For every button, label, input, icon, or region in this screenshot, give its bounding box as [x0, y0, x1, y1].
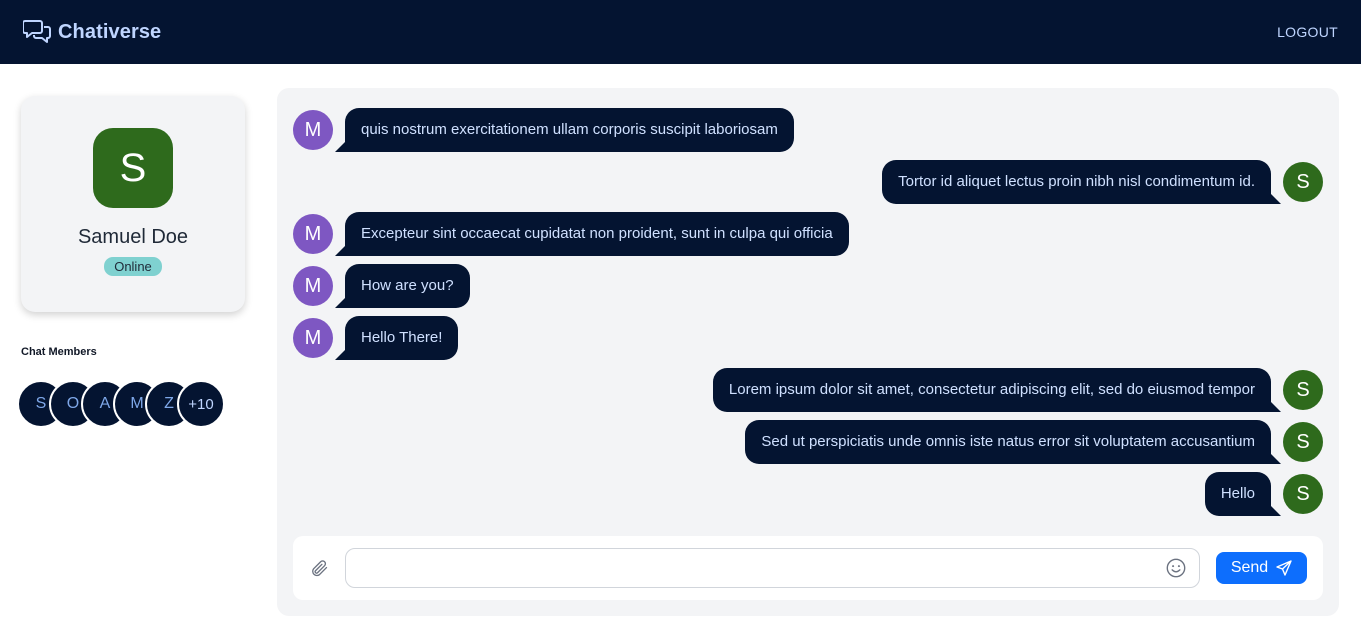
brand[interactable]: Chativerse — [23, 18, 161, 46]
top-navbar: Chativerse LOGOUT — [0, 0, 1361, 64]
message-composer: Send — [293, 536, 1323, 600]
sender-avatar: M — [293, 110, 333, 150]
sender-avatar: S — [1283, 474, 1323, 514]
message-bubble: quis nostrum exercitationem ullam corpor… — [335, 108, 794, 152]
message-row: M Hello There! — [293, 316, 459, 360]
sender-avatar: S — [1283, 422, 1323, 462]
chat-members-title: Chat Members — [21, 346, 97, 358]
message-row: M Excepteur sint occaecat cupidatat non p… — [293, 212, 849, 256]
status-badge: Online — [104, 257, 162, 276]
message-bubble: How are you? — [335, 264, 470, 308]
message-input[interactable] — [345, 548, 1200, 588]
app-name: Chativerse — [58, 20, 162, 43]
sender-avatar: M — [293, 318, 333, 358]
message-row: S Lorem ipsum dolor sit amet, consectetur… — [712, 368, 1323, 412]
more-members-badge[interactable]: +10 — [177, 380, 225, 428]
sender-avatar: S — [1283, 370, 1323, 410]
chat-members-list: S O A M Z +10 — [17, 380, 225, 428]
smiley-icon[interactable] — [1165, 557, 1187, 579]
profile-name: Samuel Doe — [77, 226, 189, 248]
chat-bubbles-icon — [23, 20, 51, 43]
logout-link[interactable]: LOGOUT — [1277, 24, 1338, 40]
message-row: S Hello — [1204, 472, 1323, 516]
message-row: S Sed ut perspiciatis unde omnis iste nat… — [745, 420, 1323, 464]
send-button[interactable]: Send — [1216, 552, 1307, 584]
message-bubble: Hello There! — [334, 316, 459, 360]
paper-plane-icon — [1276, 560, 1292, 576]
message-bubble: Sed ut perspiciatis unde omnis iste natu… — [745, 420, 1281, 464]
sender-avatar: S — [1283, 162, 1323, 202]
message-row: M How are you? — [293, 264, 470, 308]
sender-avatar: M — [293, 266, 333, 306]
send-label: Send — [1230, 559, 1269, 576]
message-row: S Tortor id aliquet lectus proin nibh nis… — [882, 160, 1323, 204]
paperclip-icon[interactable] — [309, 558, 329, 578]
message-bubble: Lorem ipsum dolor sit amet, consectetur … — [712, 368, 1282, 412]
message-bubble: Tortor id aliquet lectus proin nibh nisl… — [882, 160, 1281, 204]
profile-card: S Samuel Doe Online — [21, 96, 245, 312]
message-bubble: Excepteur sint occaecat cupidatat non pr… — [335, 212, 849, 256]
chat-panel: Mquis nostrum exercitationem ullam corpo… — [277, 88, 1339, 616]
sender-avatar: M — [293, 214, 333, 254]
message-bubble: Hello — [1204, 472, 1282, 516]
profile-avatar: S — [93, 128, 173, 208]
message-row: Mquis nostrum exercitationem ullam corpo… — [293, 108, 794, 152]
